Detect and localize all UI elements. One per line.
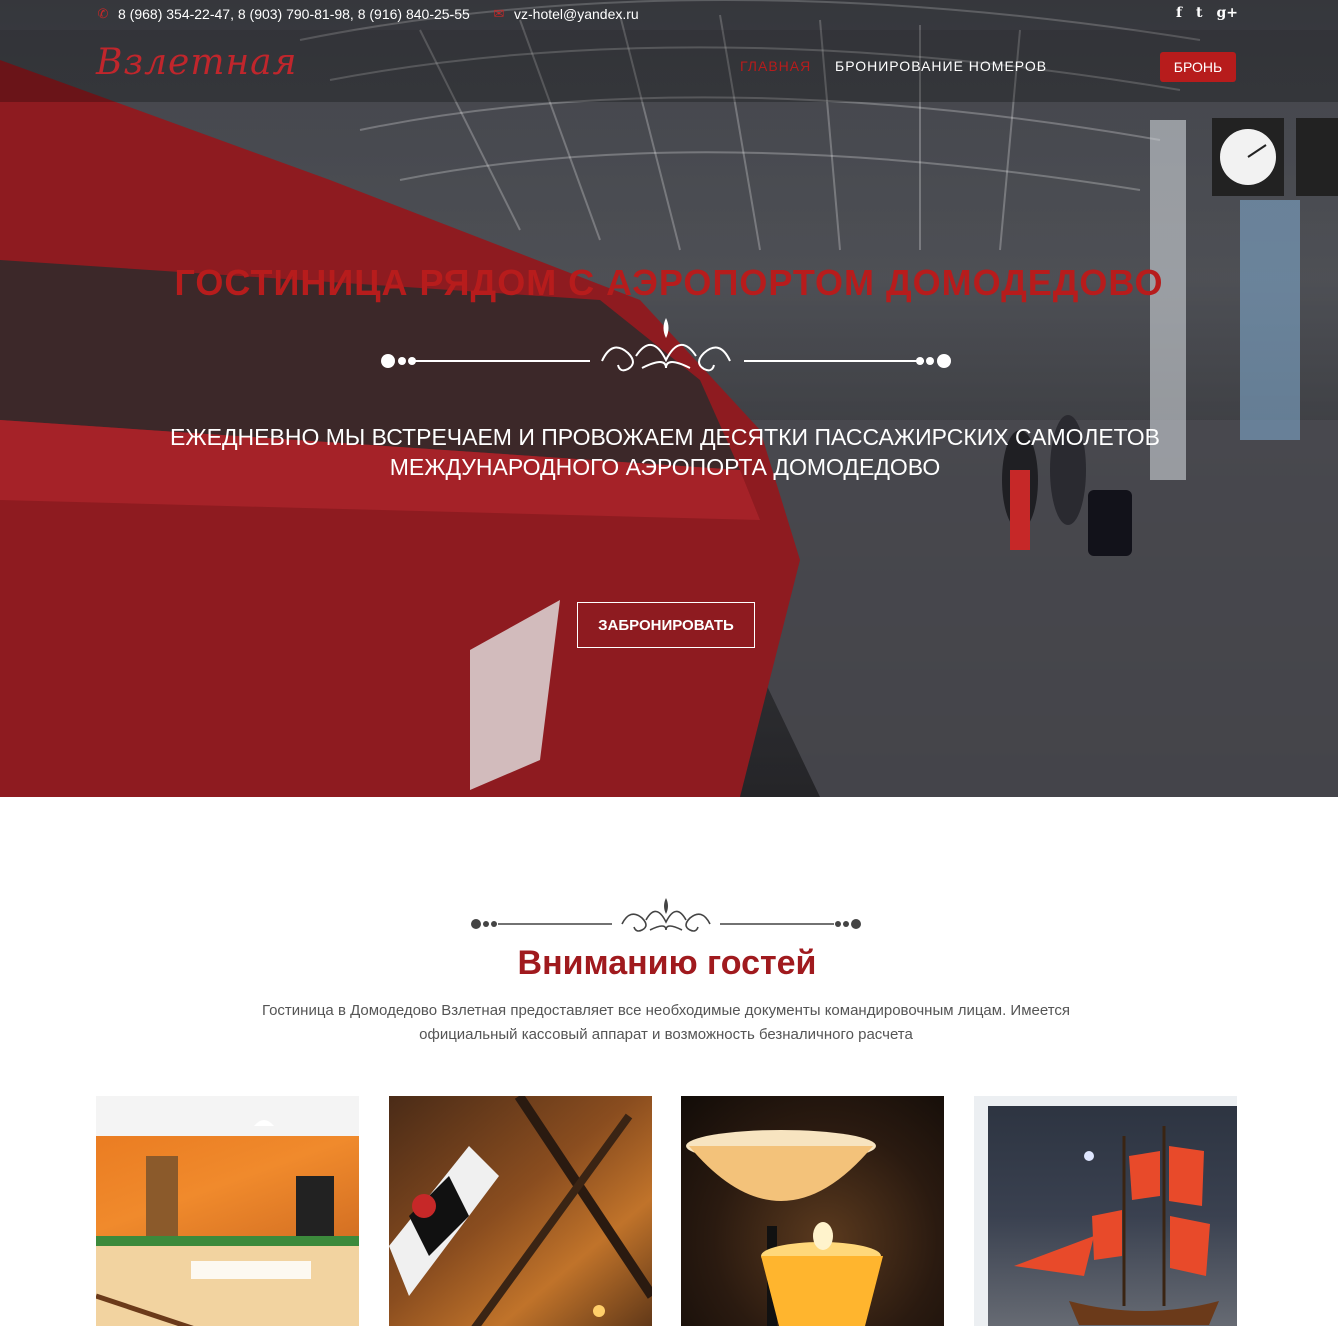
gallery-card-lamp[interactable] bbox=[681, 1096, 944, 1326]
email-address[interactable]: vz-hotel@yandex.ru bbox=[514, 6, 639, 22]
phone-icon: ✆ bbox=[97, 6, 109, 21]
section-ornament-icon bbox=[471, 898, 861, 932]
phone-numbers: 8 (968) 354-22-47, 8 (903) 790-81-98, 8 … bbox=[118, 6, 470, 22]
cafe-photo bbox=[96, 1096, 359, 1326]
google-plus-icon[interactable]: g+ bbox=[1216, 5, 1238, 21]
site-logo[interactable]: Взлетная bbox=[96, 42, 297, 83]
guests-section-text: Гостиница в Домодедово Взлетная предоста… bbox=[261, 1002, 1071, 1043]
guests-section-title: Вниманию гостей bbox=[517, 944, 817, 982]
hero-subtitle: ЕЖЕДНЕВНО МЫ ВСТРЕЧАЕМ И ПРОВОЖАЕМ ДЕСЯТ… bbox=[0, 422, 1330, 482]
gallery-card-cafe[interactable] bbox=[96, 1096, 359, 1326]
facebook-icon[interactable]: f bbox=[1176, 5, 1182, 21]
hero-subtitle-line-2: МЕЖДУНАРОДНОГО АЭРОПОРТА ДОМОДЕДОВО bbox=[389, 454, 941, 480]
social-links: f t g+ bbox=[1176, 5, 1238, 21]
lamp-photo bbox=[686, 1130, 883, 1326]
reserve-button[interactable]: ЗАБРОНИРОВАТЬ bbox=[577, 602, 755, 648]
top-contact-bar: ✆ 8 (968) 354-22-47, 8 (903) 790-81-98, … bbox=[0, 0, 1338, 30]
phone-contact: ✆ 8 (968) 354-22-47, 8 (903) 790-81-98, … bbox=[96, 6, 470, 22]
art-interior-photo bbox=[389, 1096, 652, 1326]
email-contact[interactable]: ✉ vz-hotel@yandex.ru bbox=[492, 6, 639, 22]
ship-model-photo bbox=[974, 1096, 1237, 1326]
hero-subtitle-line-1: ЕЖЕДНЕВНО МЫ ВСТРЕЧАЕМ И ПРОВОЖАЕМ ДЕСЯТ… bbox=[170, 424, 1160, 450]
hero-title: ГОСТИНИЦА РЯДОМ С АЭРОПОРТОМ ДОМОДЕДОВО bbox=[174, 262, 1164, 303]
gallery-card-art[interactable] bbox=[389, 1096, 652, 1326]
gallery-card-ship[interactable] bbox=[974, 1096, 1237, 1326]
envelope-icon: ✉ bbox=[493, 6, 505, 21]
ornament-divider-icon bbox=[381, 318, 951, 372]
twitter-icon[interactable]: t bbox=[1196, 5, 1202, 21]
hero-section: ✆ 8 (968) 354-22-47, 8 (903) 790-81-98, … bbox=[0, 0, 1338, 797]
nav-home[interactable]: ГЛАВНАЯ bbox=[740, 58, 811, 74]
book-button[interactable]: БРОНЬ bbox=[1160, 52, 1236, 82]
main-navbar: Взлетная ГЛАВНАЯ БРОНИРОВАНИЕ НОМЕРОВ БР… bbox=[0, 30, 1338, 102]
nav-room-booking[interactable]: БРОНИРОВАНИЕ НОМЕРОВ bbox=[835, 58, 1047, 74]
hero-background-photo bbox=[0, 0, 1338, 797]
